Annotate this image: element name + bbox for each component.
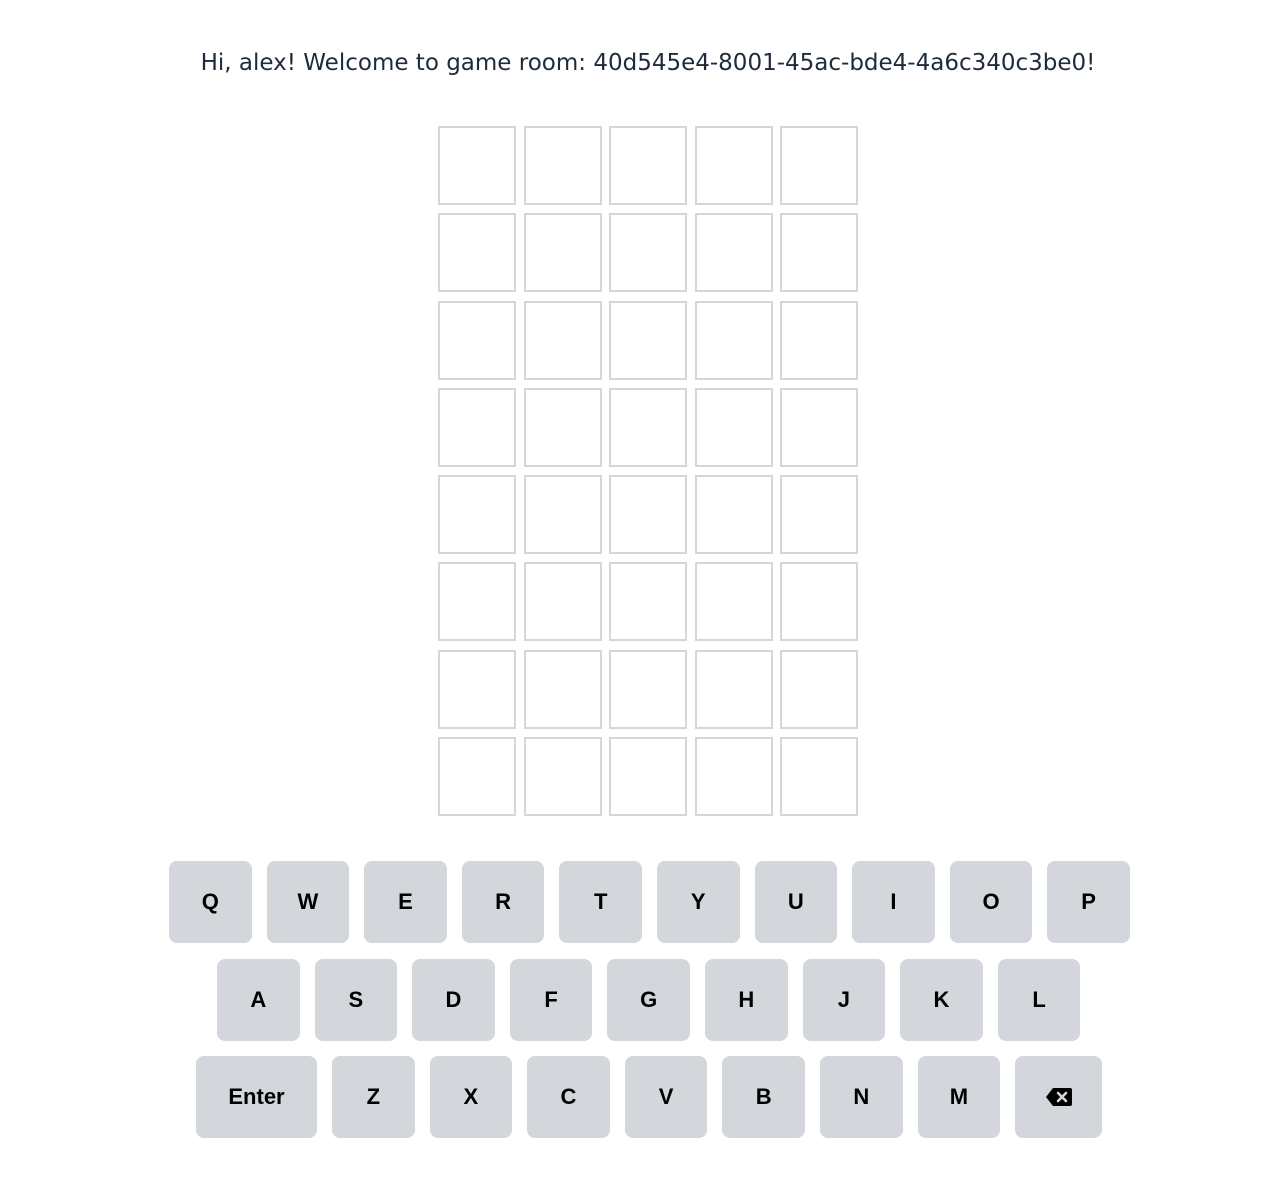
- key-c[interactable]: C: [527, 1056, 610, 1138]
- key-b[interactable]: B: [722, 1056, 805, 1138]
- enter-key[interactable]: Enter: [196, 1056, 317, 1138]
- key-i[interactable]: I: [852, 861, 935, 943]
- key-g[interactable]: G: [607, 959, 690, 1041]
- backspace-icon: [1045, 1087, 1073, 1107]
- key-q[interactable]: Q: [169, 861, 252, 943]
- keyboard-row-2: A S D F G H J K L: [217, 959, 1081, 1041]
- backspace-key[interactable]: [1015, 1056, 1103, 1138]
- key-h[interactable]: H: [704, 959, 788, 1041]
- key-s[interactable]: S: [314, 959, 398, 1041]
- key-u[interactable]: U: [754, 861, 838, 943]
- keyboard-row-1: Q W E R T Y U I O P: [169, 861, 1130, 943]
- key-o[interactable]: O: [949, 861, 1033, 943]
- key-p[interactable]: P: [1047, 861, 1130, 943]
- key-f[interactable]: F: [509, 959, 593, 1041]
- key-e[interactable]: E: [364, 861, 447, 943]
- key-a[interactable]: A: [217, 959, 300, 1041]
- key-m[interactable]: M: [917, 1056, 1001, 1138]
- key-k[interactable]: K: [900, 959, 983, 1041]
- key-d[interactable]: D: [412, 959, 495, 1041]
- key-l[interactable]: L: [997, 959, 1081, 1041]
- key-z[interactable]: Z: [332, 1056, 415, 1138]
- key-w[interactable]: W: [266, 861, 350, 943]
- key-j[interactable]: J: [802, 959, 886, 1041]
- key-t[interactable]: T: [559, 861, 642, 943]
- key-x[interactable]: X: [429, 1056, 513, 1138]
- keyboard-row-3: Enter Z X C V B N M: [196, 1056, 1103, 1138]
- key-r[interactable]: R: [461, 861, 545, 943]
- key-v[interactable]: V: [624, 1056, 708, 1138]
- on-screen-keyboard: Q W E R T Y U I O P A S D F G H J K L En…: [0, 0, 1282, 1186]
- key-y[interactable]: Y: [656, 861, 740, 943]
- key-n[interactable]: N: [819, 1056, 903, 1138]
